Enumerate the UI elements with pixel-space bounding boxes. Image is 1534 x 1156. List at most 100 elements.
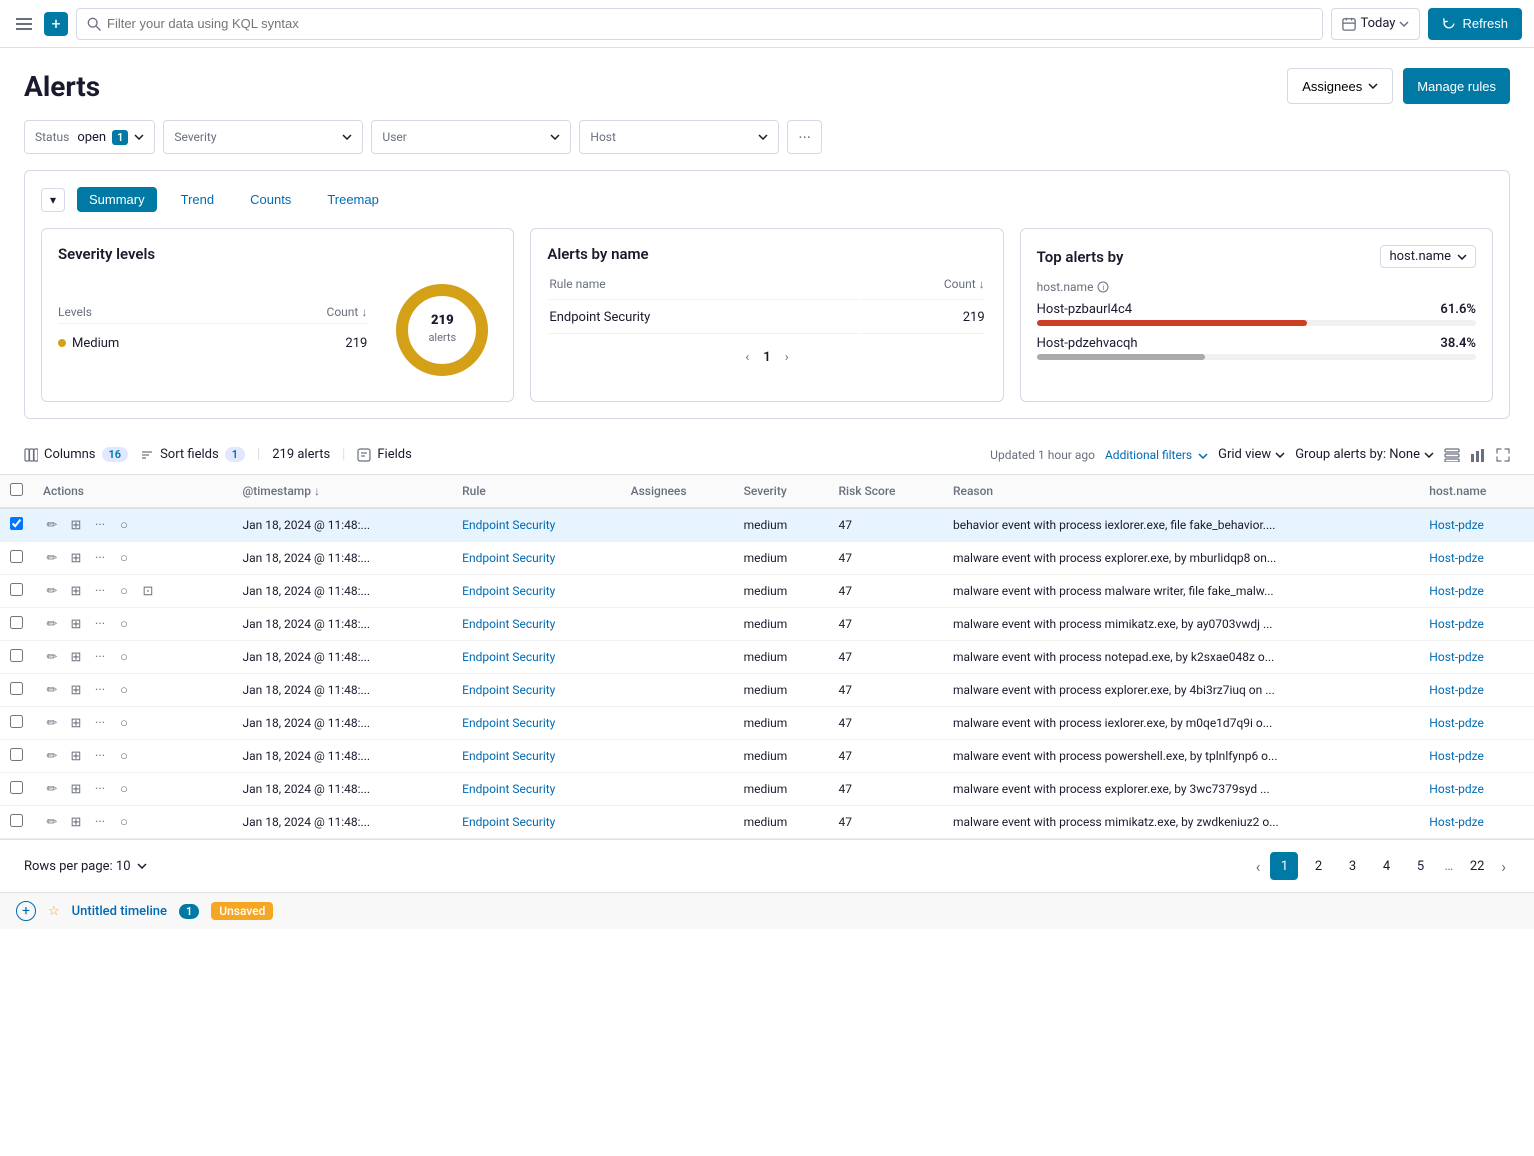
page-5-button[interactable]: 5 (1406, 852, 1434, 880)
investigate-icon[interactable]: ⊞ (67, 747, 85, 765)
user-filter[interactable]: User (371, 120, 571, 154)
rule-link[interactable]: Endpoint Security (462, 551, 555, 565)
manage-rules-button[interactable]: Manage rules (1403, 68, 1510, 104)
host-link[interactable]: Host-pdze (1429, 617, 1484, 631)
host-link[interactable]: Host-pdze (1429, 815, 1484, 829)
page-22-button[interactable]: 22 (1463, 852, 1491, 880)
more-filters-button[interactable]: ··· (787, 120, 822, 154)
status-icon[interactable]: ○ (115, 681, 133, 699)
row-checkbox[interactable] (10, 517, 23, 530)
edit-icon[interactable]: ✏ (43, 813, 61, 831)
edit-icon[interactable]: ✏ (43, 582, 61, 600)
status-icon[interactable]: ○ (115, 549, 133, 567)
row-checkbox[interactable] (10, 649, 23, 662)
rule-link[interactable]: Endpoint Security (462, 782, 555, 796)
fullscreen-toggle[interactable] (1496, 448, 1510, 462)
tab-treemap[interactable]: Treemap (315, 187, 391, 212)
edit-icon[interactable]: ✏ (43, 747, 61, 765)
page-2-button[interactable]: 2 (1304, 852, 1332, 880)
kql-input[interactable] (107, 16, 1312, 31)
row-checkbox[interactable] (10, 781, 23, 794)
top-alerts-select[interactable]: host.name (1380, 245, 1476, 268)
prev-page-button[interactable]: ‹ (1252, 857, 1265, 876)
investigate-icon[interactable]: ⊞ (67, 549, 85, 567)
more-actions-icon[interactable]: ··· (91, 813, 109, 831)
kql-search-bar[interactable] (76, 8, 1323, 40)
additional-filters-link[interactable]: Additional filters (1105, 448, 1208, 462)
status-icon[interactable]: ○ (115, 747, 133, 765)
rows-per-page-selector[interactable]: Rows per page: 10 (24, 859, 147, 874)
fields-control[interactable]: Fields (357, 447, 411, 462)
host-link[interactable]: Host-pdze (1429, 782, 1484, 796)
status-icon[interactable]: ○ (115, 582, 133, 600)
next-page-button[interactable]: › (1497, 857, 1510, 876)
refresh-button[interactable]: Refresh (1428, 8, 1522, 40)
more-actions-icon[interactable]: ··· (91, 714, 109, 732)
investigate-icon[interactable]: ⊞ (67, 681, 85, 699)
host-filter[interactable]: Host (579, 120, 779, 154)
row-checkbox[interactable] (10, 715, 23, 728)
more-actions-icon[interactable]: ··· (91, 582, 109, 600)
investigate-icon[interactable]: ⊞ (67, 516, 85, 534)
more-actions-icon[interactable]: ··· (91, 549, 109, 567)
more-actions-icon[interactable]: ··· (91, 780, 109, 798)
status-icon[interactable]: ○ (115, 615, 133, 633)
row-checkbox[interactable] (10, 616, 23, 629)
next-page-button[interactable]: › (779, 348, 795, 367)
severity-filter[interactable]: Severity (163, 120, 363, 154)
assignees-button[interactable]: Assignees (1287, 68, 1393, 104)
rule-link[interactable]: Endpoint Security (462, 815, 555, 829)
page-4-button[interactable]: 4 (1372, 852, 1400, 880)
page-3-button[interactable]: 3 (1338, 852, 1366, 880)
timeline-title[interactable]: Untitled timeline (72, 904, 167, 919)
row-checkbox[interactable] (10, 682, 23, 695)
investigate-icon[interactable]: ⊞ (67, 813, 85, 831)
select-all-checkbox[interactable] (10, 483, 23, 496)
edit-icon[interactable]: ✏ (43, 714, 61, 732)
group-by-selector[interactable]: Group alerts by: None (1295, 447, 1434, 462)
more-actions-icon[interactable]: ··· (91, 615, 109, 633)
favorite-icon[interactable]: ☆ (48, 904, 60, 919)
more-actions-icon[interactable]: ··· (91, 747, 109, 765)
status-icon[interactable]: ○ (115, 516, 133, 534)
status-icon[interactable]: ○ (115, 780, 133, 798)
more-actions-icon[interactable]: ··· (91, 516, 109, 534)
date-picker[interactable]: Today (1331, 8, 1420, 40)
edit-icon[interactable]: ✏ (43, 516, 61, 534)
sort-fields-control[interactable]: Sort fields 1 (140, 447, 245, 462)
row-checkbox[interactable] (10, 748, 23, 761)
view-toggle-rows[interactable] (1444, 448, 1460, 462)
edit-icon[interactable]: ✏ (43, 549, 61, 567)
columns-control[interactable]: Columns 16 (24, 447, 128, 462)
tab-summary[interactable]: Summary (77, 187, 157, 212)
menu-button[interactable] (12, 12, 36, 36)
edit-icon[interactable]: ✏ (43, 681, 61, 699)
rule-link[interactable]: Endpoint Security (462, 683, 555, 697)
more-actions-icon[interactable]: ··· (91, 648, 109, 666)
host-link[interactable]: Host-pdze (1429, 716, 1484, 730)
investigate-icon[interactable]: ⊞ (67, 582, 85, 600)
rule-link[interactable]: Endpoint Security (462, 716, 555, 730)
page-1-button[interactable]: 1 (1270, 852, 1298, 880)
more-actions-icon[interactable]: ··· (91, 681, 109, 699)
tab-trend[interactable]: Trend (169, 187, 226, 212)
chart-toggle[interactable] (1470, 448, 1486, 462)
edit-icon[interactable]: ✏ (43, 780, 61, 798)
investigate-icon[interactable]: ⊞ (67, 648, 85, 666)
edit-icon[interactable]: ✏ (43, 648, 61, 666)
row-checkbox[interactable] (10, 550, 23, 563)
status-icon[interactable]: ○ (115, 648, 133, 666)
status-filter[interactable]: Status open 1 (24, 120, 155, 154)
rule-link[interactable]: Endpoint Security (462, 617, 555, 631)
rule-link[interactable]: Endpoint Security (462, 518, 555, 532)
row-checkbox[interactable] (10, 814, 23, 827)
host-link[interactable]: Host-pdze (1429, 650, 1484, 664)
add-tab-button[interactable]: + (44, 12, 68, 36)
rule-link[interactable]: Endpoint Security (462, 749, 555, 763)
host-link[interactable]: Host-pdze (1429, 683, 1484, 697)
rule-link[interactable]: Endpoint Security (462, 584, 555, 598)
status-icon[interactable]: ○ (115, 813, 133, 831)
edit-icon[interactable]: ✏ (43, 615, 61, 633)
prev-page-button[interactable]: ‹ (739, 348, 755, 367)
grid-view-selector[interactable]: Grid view (1218, 447, 1285, 462)
